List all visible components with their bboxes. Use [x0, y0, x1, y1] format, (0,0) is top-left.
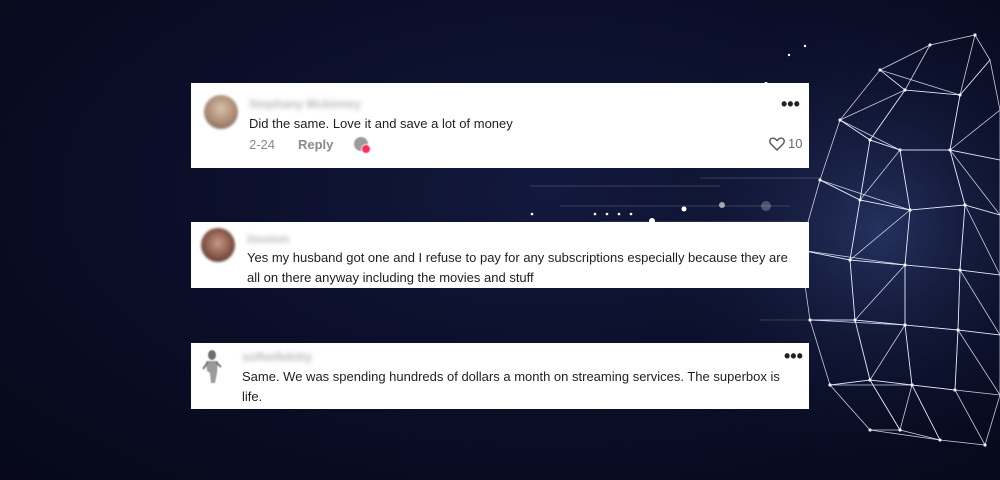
comment-username[interactable]: softwifekitty [242, 350, 312, 364]
more-options-icon[interactable]: ••• [784, 347, 803, 365]
like-count: 10 [788, 136, 803, 151]
creator-liked-badge-icon [354, 137, 371, 154]
comment-card: itsvmm Yes my husband got one and I refu… [191, 222, 809, 288]
comment-card: softwifekitty Same. We was spending hund… [191, 343, 809, 409]
heart-icon [769, 136, 785, 151]
avatar[interactable] [204, 95, 238, 129]
like-button[interactable]: 10 [769, 136, 802, 151]
comment-text: Yes my husband got one and I refuse to p… [247, 250, 788, 285]
reply-button[interactable]: Reply [298, 137, 333, 152]
comment-text: Did the same. Love it and save a lot of … [249, 116, 513, 131]
comment-date: 2-24 [249, 137, 276, 152]
comment-card: Stephany Mckinney Did the same. Love it … [191, 83, 809, 168]
avatar[interactable] [201, 349, 223, 385]
comment-username[interactable]: itsvmm [247, 232, 289, 246]
comment-username[interactable]: Stephany Mckinney [249, 97, 361, 111]
avatar[interactable] [201, 228, 235, 262]
more-options-icon[interactable]: ••• [781, 95, 800, 113]
comment-text: Same. We was spending hundreds of dollar… [242, 369, 780, 404]
